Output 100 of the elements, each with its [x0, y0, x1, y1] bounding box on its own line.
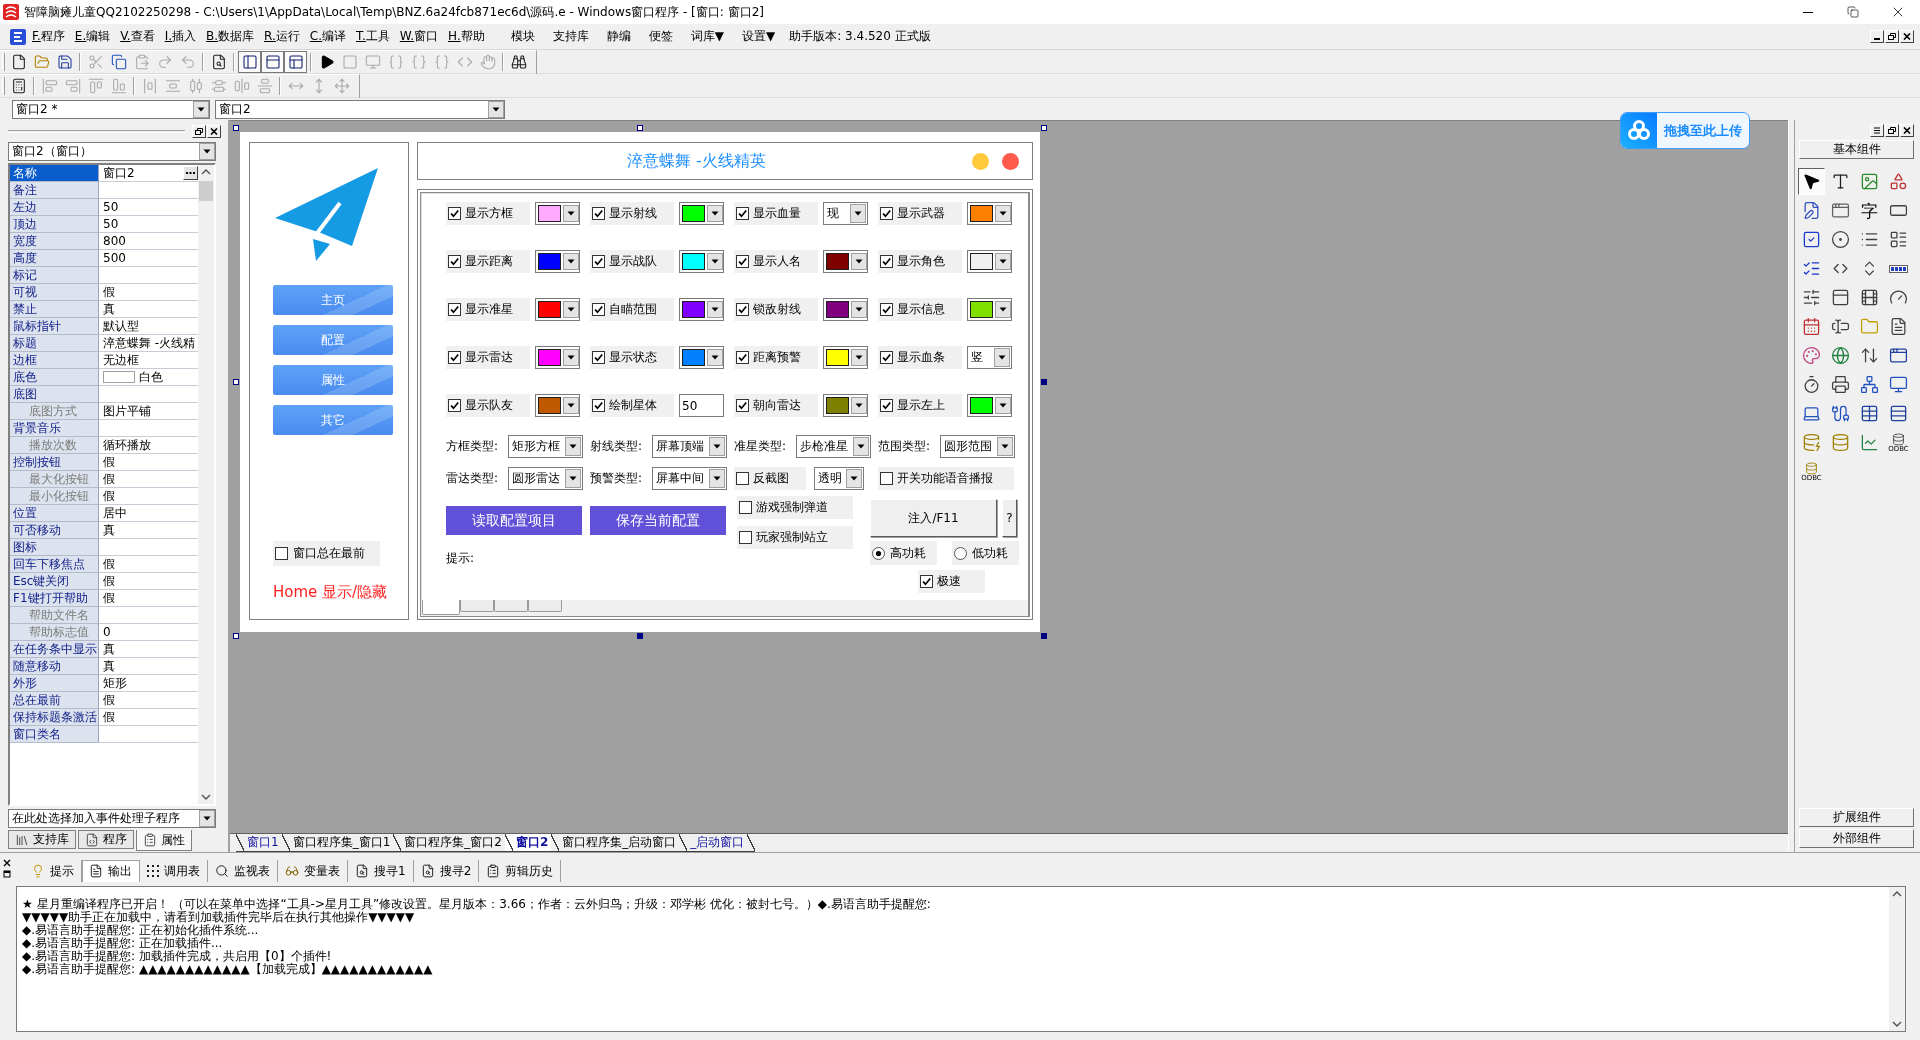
resize-handle[interactable]	[233, 633, 239, 639]
property-value[interactable]: 假	[103, 590, 115, 606]
checkbox[interactable]	[880, 303, 893, 316]
color-dropdown[interactable]	[967, 202, 1012, 225]
property-value[interactable]: 0	[103, 624, 111, 640]
menu-item[interactable]: R.运行	[259, 26, 305, 47]
color-dropdown[interactable]	[679, 298, 724, 321]
dropdown[interactable]: 步枪准星	[796, 434, 871, 458]
checkbox[interactable]	[448, 399, 461, 412]
property-value[interactable]: 假	[103, 692, 115, 708]
checkbox[interactable]	[880, 351, 893, 364]
checkbox[interactable]	[736, 399, 749, 412]
scrollbar[interactable]	[1889, 887, 1905, 1031]
action-button[interactable]: 保存当前配置	[590, 506, 726, 535]
property-name[interactable]: 标记	[10, 267, 99, 284]
tab[interactable]: 搜寻2	[413, 860, 480, 882]
checkbox[interactable]	[736, 351, 749, 364]
checkbox[interactable]	[920, 575, 933, 588]
tab[interactable]: _启动窗口	[679, 834, 756, 852]
close-button[interactable]	[207, 124, 221, 138]
color-dropdown[interactable]	[535, 346, 580, 369]
checkbox[interactable]	[739, 531, 752, 544]
tab[interactable]: 调用表	[140, 860, 208, 882]
color-dropdown[interactable]	[967, 394, 1012, 417]
resize-handle[interactable]	[233, 379, 239, 385]
property-name[interactable]: 窗口类名	[10, 726, 99, 743]
checkbox[interactable]	[880, 255, 893, 268]
menu-item[interactable]: 便签	[639, 26, 682, 47]
property-name[interactable]: 位置	[10, 505, 99, 522]
menu-item[interactable]: T.工具	[351, 26, 395, 47]
color-dropdown[interactable]	[535, 202, 580, 225]
property-name[interactable]: 保持标题条激活	[10, 709, 99, 726]
property-value[interactable]: 假	[103, 488, 115, 504]
property-name[interactable]: 禁止	[10, 301, 99, 318]
tab[interactable]: 窗口程序集_窗口2	[393, 834, 505, 852]
dropdown[interactable]: 圆形范围	[940, 434, 1015, 458]
menu-item[interactable]: F.程序	[27, 26, 70, 47]
checkbox[interactable]	[736, 255, 749, 268]
property-value[interactable]: 真	[103, 658, 115, 674]
dropdown[interactable]: 屏幕中间	[652, 466, 727, 490]
tab[interactable]: 窗口程序集_窗口1	[281, 834, 394, 852]
browse-button[interactable]	[183, 166, 198, 180]
property-name[interactable]: 随意移动	[10, 658, 99, 675]
dropdown[interactable]: 圆形雷达	[508, 466, 583, 490]
input-field[interactable]: 50	[679, 394, 724, 417]
property-value[interactable]: 白色	[139, 369, 163, 385]
menu-item[interactable]: 设置▼	[732, 26, 785, 47]
dropdown[interactable]: 透明	[814, 466, 864, 490]
color-dropdown[interactable]	[679, 250, 724, 273]
tab[interactable]: 剪辑历史	[479, 860, 562, 882]
tab[interactable]: 搜寻1	[348, 860, 414, 882]
property-value[interactable]: 无边框	[103, 352, 139, 368]
category-button[interactable]: 扩展组件	[1799, 808, 1914, 827]
color-dropdown[interactable]	[679, 202, 724, 225]
checkbox[interactable]	[592, 399, 605, 412]
color-dropdown[interactable]	[679, 346, 724, 369]
dropdown[interactable]: 屏幕顶端	[652, 434, 727, 458]
property-name[interactable]: 左边	[10, 199, 99, 216]
checkbox[interactable]	[736, 207, 749, 220]
menu-button[interactable]	[1870, 123, 1884, 137]
color-dropdown[interactable]	[823, 346, 868, 369]
menu-item[interactable]: W.窗口	[394, 26, 444, 47]
property-name[interactable]: 可否移动	[10, 522, 99, 539]
object-dropdown[interactable]: 窗口2 *	[12, 99, 210, 119]
property-value[interactable]: 图片平铺	[103, 403, 151, 419]
property-name[interactable]: 可视	[10, 284, 99, 301]
property-value[interactable]: 真	[103, 522, 115, 538]
property-name[interactable]: 底色	[10, 369, 99, 386]
category-button[interactable]: 外部组件	[1799, 829, 1914, 848]
property-name[interactable]: 底图	[10, 386, 99, 403]
property-name[interactable]: 标题	[10, 335, 99, 352]
property-value[interactable]: 假	[103, 471, 115, 487]
event-dropdown[interactable]: 在此处选择加入事件处理子程序	[8, 809, 216, 828]
property-name[interactable]: 名称	[10, 165, 99, 182]
inject-button[interactable]: 注入/F11	[870, 499, 997, 537]
color-dropdown[interactable]	[535, 298, 580, 321]
property-name[interactable]: 备注	[10, 182, 99, 199]
action-button[interactable]: 读取配置项目	[446, 506, 582, 535]
minimize-button[interactable]	[1870, 30, 1884, 43]
property-name[interactable]: 图标	[10, 539, 99, 556]
object-dropdown[interactable]: 窗口2	[215, 99, 505, 119]
radio-button[interactable]	[872, 546, 885, 560]
color-dropdown[interactable]	[823, 250, 868, 273]
tab[interactable]: 窗口程序集_启动窗口	[551, 834, 680, 852]
property-name[interactable]: 控制按钮	[10, 454, 99, 471]
scrollbar[interactable]	[198, 165, 214, 804]
checkbox[interactable]	[448, 303, 461, 316]
menu-item[interactable]: B.数据库	[201, 26, 260, 47]
property-value[interactable]: 淬意蝶舞 -火线精	[103, 335, 196, 351]
property-value[interactable]: 矩形	[103, 675, 127, 691]
checkbox[interactable]	[880, 399, 893, 412]
object-dropdown[interactable]: 窗口2（窗口）	[8, 142, 216, 161]
color-dropdown[interactable]	[535, 250, 580, 273]
resize-handle[interactable]	[637, 633, 643, 639]
resize-handle[interactable]	[1041, 379, 1047, 385]
resize-handle[interactable]	[233, 125, 239, 131]
menu-item[interactable]: 支持库	[543, 26, 598, 47]
window-icon[interactable]	[3, 870, 11, 878]
tool-button[interactable]: 字	[1856, 197, 1883, 224]
menu-item[interactable]: V.查看	[115, 26, 160, 47]
